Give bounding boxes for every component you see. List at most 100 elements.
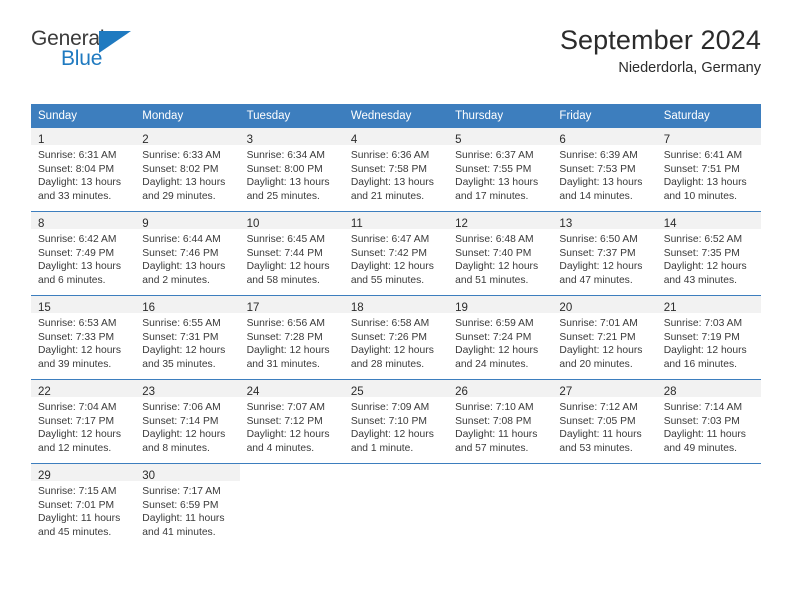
day-cell[interactable]: 14 Sunrise: 6:52 AM Sunset: 7:35 PM Dayligh… <box>656 212 761 296</box>
day-number: 16 <box>142 302 156 315</box>
calendar-page: General Blue September 2024 Niederdorla,… <box>0 0 792 612</box>
daylight-text: Daylight: 12 hours and 8 minutes. <box>142 429 226 454</box>
weekday-header-thursday: Thursday <box>455 110 504 122</box>
day-cell[interactable]: 29 Sunrise: 7:15 AM Sunset: 7:01 PM Dayligh… <box>31 464 136 548</box>
daylight-text: Daylight: 11 hours and 41 minutes. <box>142 513 225 538</box>
sunrise-text: Sunrise: 6:50 AM <box>559 234 638 246</box>
day-details: Sunrise: 6:42 AM Sunset: 7:49 PM Daylight:… <box>31 229 135 287</box>
day-cell[interactable]: 15 Sunrise: 6:53 AM Sunset: 7:33 PM Dayligh… <box>31 296 136 380</box>
day-number-band: 5 <box>448 128 553 146</box>
general-blue-logo[interactable]: General Blue <box>31 26 139 76</box>
sunrise-text: Sunrise: 7:07 AM <box>246 402 325 414</box>
day-details: Sunrise: 6:58 AM Sunset: 7:26 PM Daylight:… <box>344 313 448 371</box>
day-cell[interactable]: 8 Sunrise: 6:42 AM Sunset: 7:49 PM Daylight… <box>31 212 136 296</box>
day-cell[interactable]: 7 Sunrise: 6:41 AM Sunset: 7:51 PM Daylight… <box>656 128 761 212</box>
day-number-band <box>344 464 448 481</box>
sunrise-text: Sunrise: 6:53 AM <box>38 318 117 330</box>
day-number-band: 15 <box>31 296 136 315</box>
day-number: 1 <box>38 134 45 147</box>
sunrise-text: Sunrise: 6:48 AM <box>455 234 534 246</box>
sunset-text: Sunset: 7:17 PM <box>38 415 115 427</box>
daylight-text: Daylight: 13 hours and 6 minutes. <box>38 261 121 286</box>
sunrise-text: Sunrise: 6:52 AM <box>663 234 743 246</box>
sunrise-text: Sunrise: 6:44 AM <box>142 234 221 246</box>
day-number: 15 <box>38 302 51 315</box>
day-number-band: 4 <box>343 128 449 146</box>
daylight-text: Daylight: 12 hours and 51 minutes. <box>455 261 539 286</box>
sunset-text: Sunset: 7:44 PM <box>246 247 323 259</box>
sunrise-text: Sunrise: 6:41 AM <box>663 150 743 162</box>
sunrise-text: Sunrise: 6:34 AM <box>246 150 325 162</box>
day-cell[interactable]: 5 Sunrise: 6:37 AM Sunset: 7:55 PM Daylight… <box>448 128 553 212</box>
day-cell[interactable]: 3 Sunrise: 6:34 AM Sunset: 8:00 PM Daylight… <box>239 128 344 212</box>
day-number-band: 30 <box>135 464 240 483</box>
sunrise-text: Sunrise: 6:55 AM <box>142 318 221 330</box>
calendar-week-row: 8 Sunrise: 6:42 AM Sunset: 7:49 PM Daylight… <box>31 211 761 296</box>
calendar-week-row: 29 Sunrise: 7:15 AM Sunset: 7:01 PM Dayligh… <box>31 463 761 548</box>
day-cell[interactable]: 23 Sunrise: 7:06 AM Sunset: 7:14 PM Dayligh… <box>135 380 240 464</box>
sunrise-text: Sunrise: 6:45 AM <box>246 234 325 246</box>
sunset-text: Sunset: 7:01 PM <box>38 499 115 511</box>
day-cell[interactable]: 12 Sunrise: 6:48 AM Sunset: 7:40 PM Dayligh… <box>448 212 553 296</box>
weekday-header-friday: Friday <box>559 110 592 122</box>
sunrise-text: Sunrise: 6:56 AM <box>246 318 325 330</box>
daylight-text: Daylight: 13 hours and 33 minutes. <box>38 177 121 202</box>
day-details: Sunrise: 6:45 AM Sunset: 7:44 PM Daylight:… <box>240 229 344 287</box>
daylight-text: Daylight: 12 hours and 16 minutes. <box>663 345 747 370</box>
day-cell-empty <box>343 464 449 548</box>
sunrise-text: Sunrise: 7:10 AM <box>455 402 534 414</box>
weekday-header-wednesday: Wednesday <box>350 110 412 122</box>
day-details: Sunrise: 7:03 AM Sunset: 7:19 PM Daylight:… <box>657 313 761 371</box>
sunset-text: Sunset: 8:02 PM <box>142 163 219 175</box>
day-cell[interactable]: 22 Sunrise: 7:04 AM Sunset: 7:17 PM Dayligh… <box>31 380 136 464</box>
day-cell[interactable]: 6 Sunrise: 6:39 AM Sunset: 7:53 PM Daylight… <box>552 128 657 212</box>
day-details: Sunrise: 6:44 AM Sunset: 7:46 PM Daylight:… <box>135 229 239 287</box>
sunrise-text: Sunrise: 7:17 AM <box>142 486 221 498</box>
daylight-text: Daylight: 12 hours and 58 minutes. <box>246 261 330 286</box>
sunrise-text: Sunrise: 6:47 AM <box>350 234 430 246</box>
sunset-text: Sunset: 7:42 PM <box>350 247 427 259</box>
sunset-text: Sunset: 7:10 PM <box>350 415 427 427</box>
day-number: 26 <box>455 386 468 399</box>
day-details: Sunrise: 6:50 AM Sunset: 7:37 PM Daylight:… <box>552 229 656 287</box>
day-cell[interactable]: 9 Sunrise: 6:44 AM Sunset: 7:46 PM Daylight… <box>135 212 240 296</box>
day-cell[interactable]: 28 Sunrise: 7:14 AM Sunset: 7:03 PM Dayligh… <box>656 380 761 464</box>
day-cell[interactable]: 21 Sunrise: 7:03 AM Sunset: 7:19 PM Dayligh… <box>656 296 761 380</box>
day-cell[interactable]: 17 Sunrise: 6:56 AM Sunset: 7:28 PM Dayligh… <box>239 296 344 380</box>
day-details: Sunrise: 7:01 AM Sunset: 7:21 PM Daylight:… <box>552 313 656 371</box>
day-cell[interactable]: 2 Sunrise: 6:33 AM Sunset: 8:02 PM Daylight… <box>135 128 240 212</box>
sunset-text: Sunset: 7:40 PM <box>455 247 532 259</box>
day-number: 17 <box>246 302 260 315</box>
day-number: 19 <box>455 302 468 315</box>
day-cell[interactable]: 30 Sunrise: 7:17 AM Sunset: 6:59 PM Dayligh… <box>135 464 240 548</box>
day-number-band <box>657 464 761 481</box>
day-details: Sunrise: 6:47 AM Sunset: 7:42 PM Daylight:… <box>344 229 448 287</box>
calendar-grid: Sunday Monday Tuesday Wednesday Thursday… <box>31 104 761 548</box>
day-cell[interactable]: 19 Sunrise: 6:59 AM Sunset: 7:24 PM Dayligh… <box>448 296 553 380</box>
daylight-text: Daylight: 13 hours and 25 minutes. <box>246 177 330 202</box>
day-number: 30 <box>142 470 156 483</box>
day-cell[interactable]: 16 Sunrise: 6:55 AM Sunset: 7:31 PM Dayligh… <box>135 296 240 380</box>
day-cell[interactable]: 10 Sunrise: 6:45 AM Sunset: 7:44 PM Dayligh… <box>239 212 344 296</box>
daylight-text: Daylight: 12 hours and 28 minutes. <box>350 345 434 370</box>
day-cell[interactable]: 13 Sunrise: 6:50 AM Sunset: 7:37 PM Dayligh… <box>552 212 657 296</box>
weekday-header-saturday: Saturday <box>663 110 710 122</box>
day-cell[interactable]: 18 Sunrise: 6:58 AM Sunset: 7:26 PM Dayligh… <box>343 296 449 380</box>
day-details: Sunrise: 6:53 AM Sunset: 7:33 PM Daylight:… <box>31 313 135 371</box>
day-details: Sunrise: 7:06 AM Sunset: 7:14 PM Daylight:… <box>135 397 239 455</box>
day-cell[interactable]: 24 Sunrise: 7:07 AM Sunset: 7:12 PM Dayligh… <box>239 380 344 464</box>
day-number-band: 18 <box>343 296 449 315</box>
day-cell[interactable]: 20 Sunrise: 7:01 AM Sunset: 7:21 PM Dayligh… <box>552 296 657 380</box>
day-number: 22 <box>38 386 51 399</box>
sunset-text: Sunset: 7:49 PM <box>38 247 115 259</box>
day-cell[interactable]: 4 Sunrise: 6:36 AM Sunset: 7:58 PM Daylight… <box>343 128 449 212</box>
day-number-band <box>448 464 552 481</box>
day-cell[interactable]: 25 Sunrise: 7:09 AM Sunset: 7:10 PM Dayligh… <box>343 380 449 464</box>
day-cell[interactable]: 27 Sunrise: 7:12 AM Sunset: 7:05 PM Dayligh… <box>552 380 657 464</box>
day-number: 18 <box>350 302 364 315</box>
day-cell[interactable]: 26 Sunrise: 7:10 AM Sunset: 7:08 PM Dayligh… <box>448 380 553 464</box>
day-cell[interactable]: 1 Sunrise: 6:31 AM Sunset: 8:04 PM Daylight… <box>31 128 136 212</box>
day-cell[interactable]: 11 Sunrise: 6:47 AM Sunset: 7:42 PM Dayligh… <box>343 212 449 296</box>
weekday-header-tuesday: Tuesday <box>246 110 291 122</box>
day-number-band: 17 <box>239 296 344 315</box>
